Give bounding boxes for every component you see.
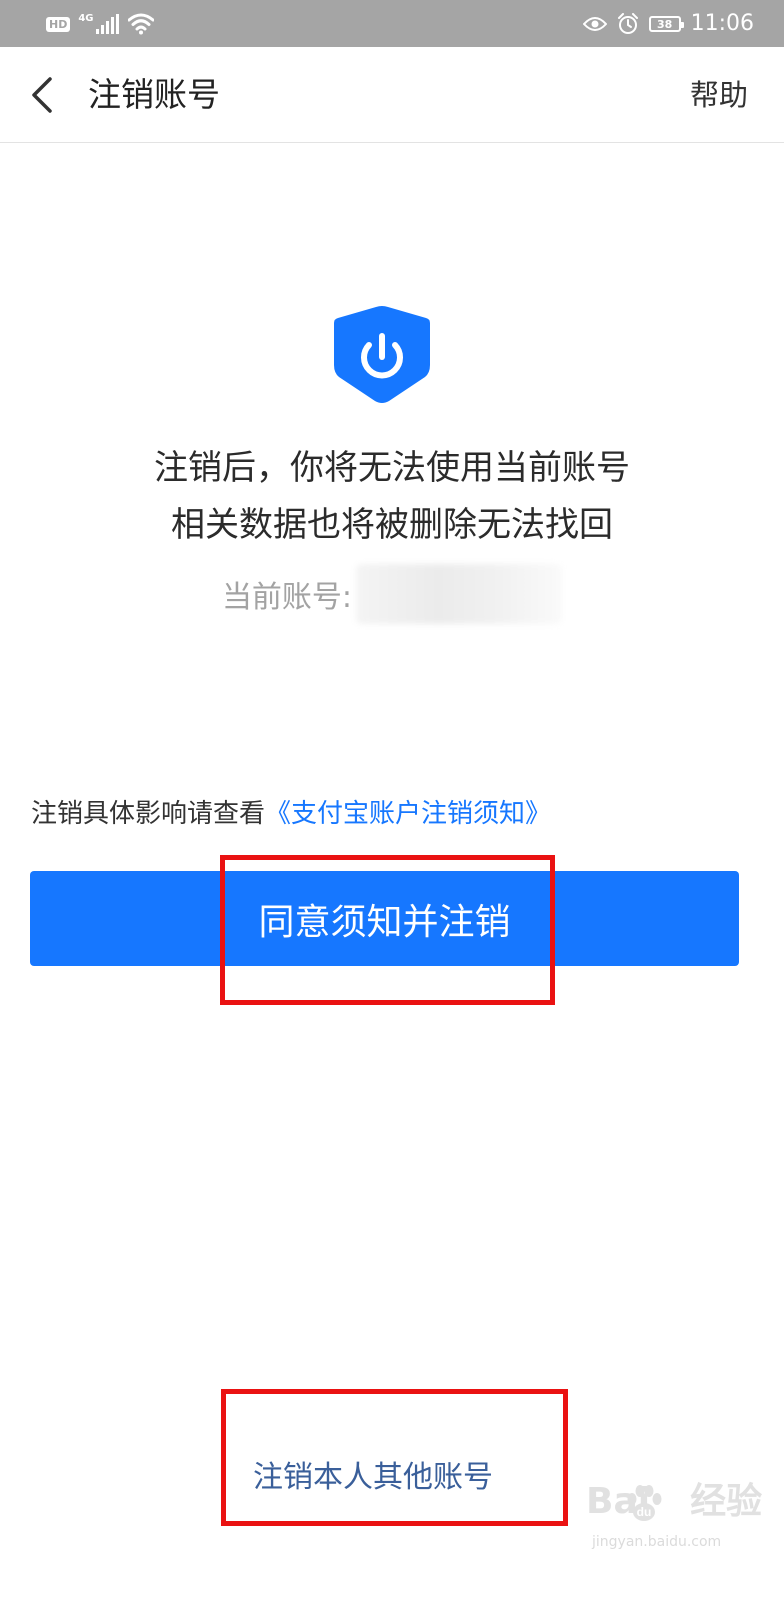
svg-text:du: du [637, 1505, 652, 1519]
hd-badge: HD [46, 16, 71, 32]
watermark-domain: jingyan.baidu.com [592, 1534, 722, 1550]
battery-level: 38 [656, 17, 673, 31]
nav-bar: 注销账号 帮助 [0, 47, 784, 143]
shield-power-icon [334, 306, 430, 403]
wifi-icon [127, 13, 154, 35]
status-bar: HD 4G 38 11:06 [0, 0, 784, 47]
warning-message-line2: 相关数据也将被删除无法找回 [171, 505, 613, 545]
agree-and-cancel-button[interactable]: 同意须知并注销 [30, 871, 739, 966]
agree-and-cancel-label: 同意须知并注销 [258, 901, 511, 943]
status-bar-left: HD 4G [46, 10, 154, 38]
notice-terms-link[interactable]: 《支付宝账户注销须知》 [265, 799, 551, 829]
status-bar-right: 38 11:06 [582, 9, 754, 39]
account-value-blurred [356, 564, 563, 624]
back-button[interactable] [26, 75, 62, 115]
baidu-jingyan-watermark: Bai 经验 du jingyan.baidu.com [586, 1478, 776, 1588]
warning-message-line1: 注销后，你将无法使用当前账号 [154, 448, 630, 488]
page-title: 注销账号 [88, 75, 220, 114]
notice-text: 注销具体影响请查看 [31, 799, 266, 829]
cellular-signal: 4G [78, 14, 119, 34]
cancellation-notice: 注销具体影响请查看《支付宝账户注销须知》 [31, 792, 551, 836]
cancel-other-accounts-link[interactable]: 注销本人其他账号 [253, 1454, 493, 1502]
status-time: 11:06 [690, 11, 754, 36]
signal-icon [95, 14, 119, 34]
eye-icon [582, 17, 607, 31]
watermark-brand: Bai 经验 [586, 1481, 763, 1522]
network-type: 4G [78, 13, 94, 24]
alarm-icon [617, 13, 638, 34]
current-account-row: 当前账号: [0, 564, 784, 624]
current-account-label: 当前账号: [221, 580, 353, 615]
paw-icon: du [627, 1485, 662, 1521]
help-button[interactable]: 帮助 [690, 75, 748, 115]
battery-icon: 38 [648, 16, 684, 32]
chevron-left-icon [32, 77, 52, 113]
